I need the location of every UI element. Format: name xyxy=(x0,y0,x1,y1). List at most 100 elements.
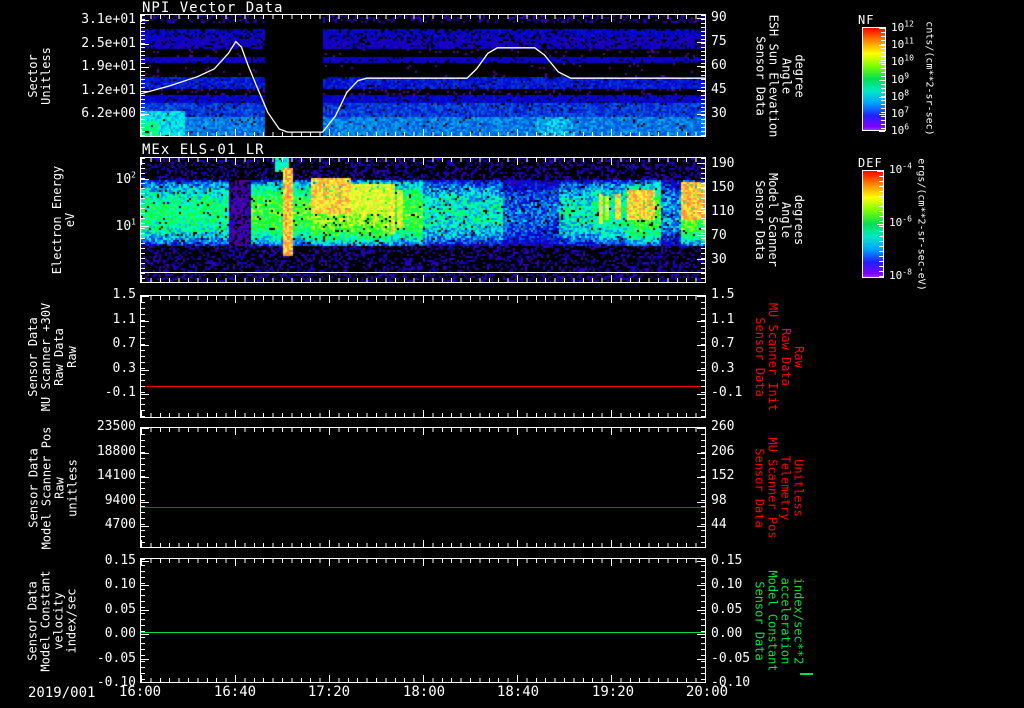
major-tick xyxy=(517,540,518,547)
major-tick xyxy=(705,275,706,282)
major-tick xyxy=(611,410,612,417)
major-tick xyxy=(235,129,236,136)
major-tick xyxy=(517,428,518,435)
major-tick xyxy=(141,158,142,165)
major-tick xyxy=(141,67,149,68)
stray-green-tick xyxy=(800,673,813,675)
major-tick xyxy=(329,540,330,547)
major-tick xyxy=(697,477,705,478)
major-tick xyxy=(141,44,149,45)
right-axis-label-scannerpos: Unitless Telemetry MU Scanner Pos Sensor Da… xyxy=(753,436,806,539)
major-tick xyxy=(697,428,705,429)
tick-label: 0.15 xyxy=(104,553,136,568)
major-tick xyxy=(423,428,424,435)
major-tick xyxy=(517,559,518,566)
major-tick xyxy=(877,224,883,225)
major-tick xyxy=(141,91,149,92)
tick-label: 1.5 xyxy=(112,287,136,302)
major-tick xyxy=(141,561,149,562)
major-tick xyxy=(697,526,705,527)
major-tick xyxy=(611,559,612,566)
major-tick xyxy=(697,235,705,236)
major-tick xyxy=(141,345,149,346)
colorbar-nf-title: NF xyxy=(858,13,875,27)
tick-label: 0.10 xyxy=(104,577,136,592)
major-tick xyxy=(705,428,706,435)
major-tick xyxy=(141,129,142,136)
major-tick xyxy=(235,275,236,282)
major-tick xyxy=(141,585,149,586)
panel-mu-scanner-30v xyxy=(140,295,706,418)
major-tick xyxy=(423,275,424,282)
major-tick xyxy=(705,296,706,303)
major-tick xyxy=(329,275,330,282)
major-tick xyxy=(611,158,612,165)
els-spectrogram-canvas xyxy=(141,158,705,282)
major-tick xyxy=(235,158,236,165)
major-tick xyxy=(423,675,424,682)
major-tick xyxy=(141,428,149,429)
major-tick xyxy=(611,296,612,303)
tick-label: 9400 xyxy=(104,493,136,508)
colorbar-nf-units: cnts/(cm**2-sr-sec) xyxy=(923,20,935,136)
major-tick xyxy=(423,296,424,303)
major-tick xyxy=(697,585,705,586)
tick-label: 20:00 xyxy=(685,684,729,700)
major-tick xyxy=(611,428,612,435)
tick-label: 19:20 xyxy=(591,684,635,700)
minor-ticks-left xyxy=(141,296,145,417)
major-tick xyxy=(705,410,706,417)
tick-label: 101 xyxy=(115,217,136,234)
tick-label: 3.1e+01 xyxy=(81,12,136,27)
major-tick xyxy=(697,634,705,635)
panel-els-spectrogram xyxy=(140,157,706,283)
major-tick xyxy=(697,90,705,91)
major-tick xyxy=(879,131,885,132)
major-tick xyxy=(517,410,518,417)
major-tick xyxy=(141,540,142,547)
major-tick xyxy=(877,277,883,278)
colorbar-def xyxy=(862,170,884,278)
tick-label: -0.05 xyxy=(96,651,136,666)
tick-label: 4700 xyxy=(104,517,136,532)
major-tick xyxy=(879,114,885,115)
major-tick xyxy=(697,345,705,346)
panel-title-els: MEx ELS-01 LR xyxy=(142,142,265,158)
major-tick xyxy=(705,129,706,136)
major-tick xyxy=(697,502,705,503)
tick-label: 18:00 xyxy=(402,684,446,700)
panel-npi-spectrogram xyxy=(140,14,706,137)
els-bottom-axis-line xyxy=(141,272,705,273)
major-tick xyxy=(423,559,424,566)
right-axis-label-mu30v: Raw Raw Data MU Scanner Init Sensor Data xyxy=(753,302,806,411)
minor-ticks-left xyxy=(141,559,145,682)
major-tick xyxy=(611,540,612,547)
left-ticks-scannerpos: 23500 18800 14100 9400 4700 xyxy=(58,419,136,539)
major-tick xyxy=(879,62,885,63)
major-tick xyxy=(329,675,330,682)
major-tick xyxy=(141,477,149,478)
major-tick xyxy=(141,526,149,527)
major-tick xyxy=(697,659,705,660)
major-tick xyxy=(697,453,705,454)
major-tick xyxy=(141,428,142,435)
major-tick xyxy=(141,634,149,635)
minor-ticks-left xyxy=(141,428,145,547)
tick-label: 6.2e+00 xyxy=(81,106,136,121)
panel-model-scanner-pos xyxy=(140,427,706,548)
tick-label: 18:40 xyxy=(496,684,540,700)
major-tick xyxy=(141,296,142,303)
red-line-mu30v xyxy=(141,386,705,387)
tick-label: 14100 xyxy=(96,468,136,483)
left-ticks-mu30v: 1.5 1.1 0.7 0.3 -0.1 xyxy=(58,287,136,407)
right-axis-label-npi: degree Angle ESH Sun Elevation Sensor Data xyxy=(753,14,807,137)
major-tick xyxy=(141,659,149,660)
major-tick xyxy=(235,15,236,22)
major-tick xyxy=(879,97,885,98)
minor-ticks-right xyxy=(701,428,705,547)
major-tick xyxy=(697,42,705,43)
y-axis-label-npi: Sector Unitless xyxy=(26,46,54,105)
major-tick xyxy=(697,561,705,562)
major-tick xyxy=(329,410,330,417)
major-tick xyxy=(705,675,706,682)
